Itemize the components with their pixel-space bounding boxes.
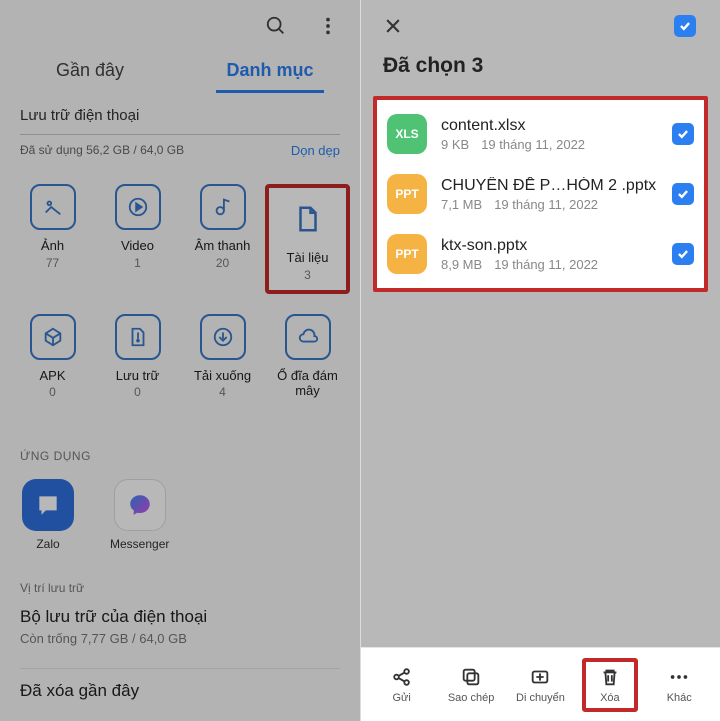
cat-downloads[interactable]: Tải xuống 4 xyxy=(180,314,265,424)
file-list-highlight: XLS content.xlsx 9 KB19 tháng 11, 2022 P… xyxy=(373,96,708,292)
cat-documents[interactable]: Tài liệu 3 xyxy=(265,184,350,294)
select-all-checkbox[interactable] xyxy=(674,15,696,37)
location-title: Vị trí lưu trữ xyxy=(20,581,340,595)
storage-title: Lưu trữ điện thoại xyxy=(20,107,340,124)
more-icon[interactable] xyxy=(316,14,340,38)
action-delete[interactable]: Xóa xyxy=(582,658,638,712)
cat-video[interactable]: Video 1 xyxy=(95,184,180,294)
cat-audio[interactable]: Âm thanh 20 xyxy=(180,184,265,294)
recent-deleted-item[interactable]: Đã xóa gần đây xyxy=(20,681,340,711)
cat-apk[interactable]: APK 0 xyxy=(10,314,95,424)
file-checkbox[interactable] xyxy=(672,183,694,205)
storage-used: Đã sử dụng 56,2 GB / 64,0 GB xyxy=(20,143,184,158)
cat-archive[interactable]: Lưu trữ 0 xyxy=(95,314,180,424)
ppt-icon: PPT xyxy=(387,234,427,274)
search-icon[interactable] xyxy=(264,14,288,38)
file-row[interactable]: PPT ktx-son.pptx 8,9 MB19 tháng 11, 2022 xyxy=(381,224,700,284)
file-row[interactable]: PPT CHUYÊN ĐỀ P…HÓM 2 .pptx 7,1 MB19 thá… xyxy=(381,164,700,224)
file-checkbox[interactable] xyxy=(672,243,694,265)
tab-recent[interactable]: Gần đây xyxy=(0,52,180,93)
phone-storage-item[interactable]: Bộ lưu trữ của điện thoại Còn trống 7,77… xyxy=(20,607,340,656)
selection-title: Đã chọn 3 xyxy=(361,52,720,96)
cat-images[interactable]: Ảnh 77 xyxy=(10,184,95,294)
storage-clean[interactable]: Dọn dẹp xyxy=(291,143,340,158)
tab-categories[interactable]: Danh mục xyxy=(180,52,360,93)
action-move[interactable]: Di chuyển xyxy=(512,666,568,704)
bottom-action-bar: Gửi Sao chép Di chuyển Xóa Khác xyxy=(361,647,720,721)
file-row[interactable]: XLS content.xlsx 9 KB19 tháng 11, 2022 xyxy=(381,104,700,164)
action-more[interactable]: Khác xyxy=(651,666,707,704)
action-send[interactable]: Gửi xyxy=(374,666,430,704)
ppt-icon: PPT xyxy=(387,174,427,214)
action-copy[interactable]: Sao chép xyxy=(443,666,499,704)
apps-title: ỨNG DỤNG xyxy=(20,449,340,463)
cat-cloud[interactable]: Ổ đĩa đám mây xyxy=(265,314,350,424)
file-checkbox[interactable] xyxy=(672,123,694,145)
app-zalo[interactable]: Zalo xyxy=(22,479,74,551)
xls-icon: XLS xyxy=(387,114,427,154)
close-icon[interactable] xyxy=(381,14,405,38)
app-messenger[interactable]: Messenger xyxy=(110,479,169,551)
